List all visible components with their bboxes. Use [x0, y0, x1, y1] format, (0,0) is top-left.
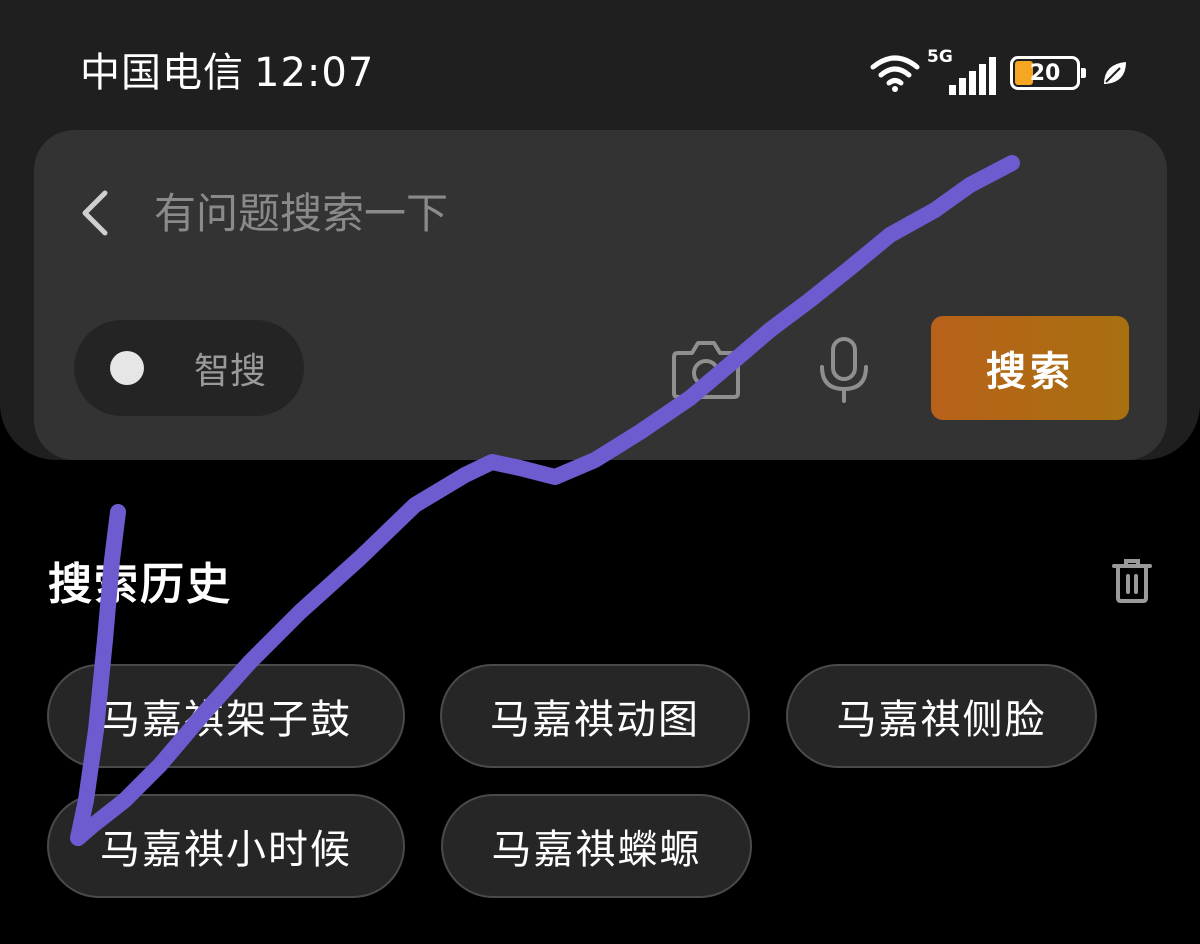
battery-icon: 20	[1010, 56, 1086, 90]
search-panel: 智搜 搜索	[34, 130, 1167, 460]
clear-history-button[interactable]	[1110, 556, 1154, 604]
clock: 12:07	[254, 50, 375, 96]
toggle-knob	[110, 351, 144, 385]
signal-icon: 5G	[927, 47, 996, 95]
chevron-left-icon	[82, 190, 108, 236]
smart-search-label: 智搜	[194, 351, 267, 392]
status-icons: 5G 20	[869, 47, 1130, 98]
battery-level: 20	[1029, 60, 1061, 86]
smart-search-toggle[interactable]: 智搜	[74, 320, 304, 416]
back-button[interactable]	[74, 185, 114, 241]
history-chip[interactable]: 马嘉祺侧脸	[786, 664, 1097, 768]
camera-button[interactable]	[670, 335, 742, 401]
camera-icon	[672, 341, 740, 399]
status-bar: 中国电信 12:07 5G 20	[0, 0, 1200, 110]
leaf-icon	[1104, 62, 1126, 84]
history-chip[interactable]: 马嘉祺架子鼓	[47, 664, 405, 768]
search-history-title: 搜索历史	[48, 559, 232, 610]
top-card: 中国电信 12:07 5G 20 有问题搜索一下 智搜 搜索	[0, 0, 1200, 460]
history-chip[interactable]: 马嘉祺动图	[440, 664, 750, 768]
carrier-name: 中国电信	[80, 50, 244, 96]
carrier-time: 中国电信 12:07	[80, 48, 384, 98]
search-input[interactable]	[154, 180, 854, 246]
wifi-icon	[870, 55, 920, 92]
history-chip[interactable]: 马嘉祺蠑螈	[441, 794, 752, 898]
microphone-button[interactable]	[816, 335, 872, 405]
network-type: 5G	[927, 47, 953, 67]
trash-icon	[1112, 559, 1152, 603]
search-button[interactable]: 搜索	[931, 316, 1129, 420]
microphone-icon	[820, 337, 868, 403]
history-chip[interactable]: 马嘉祺小时候	[47, 794, 405, 898]
